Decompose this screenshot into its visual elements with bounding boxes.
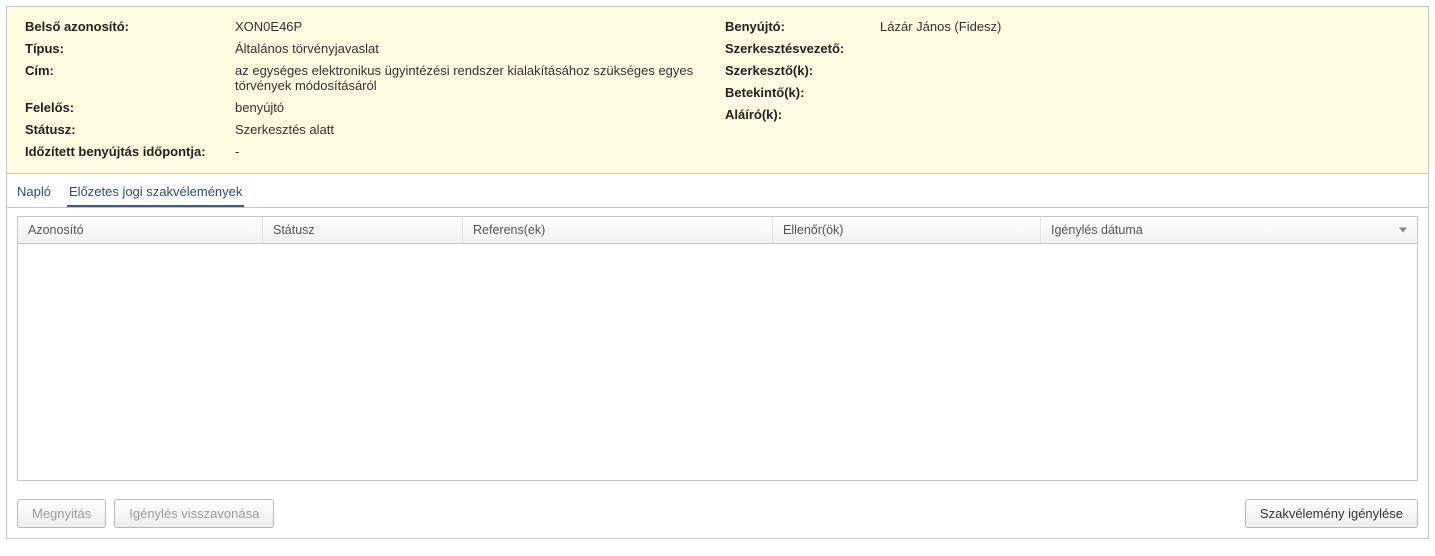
- value-tipus: Általános törvényjavaslat: [235, 41, 379, 56]
- col-header-igenyles-datuma[interactable]: Igénylés dátuma: [1041, 217, 1417, 243]
- szakvelemeny-igenylese-button[interactable]: Szakvélemény igénylése: [1245, 499, 1418, 528]
- info-col-right: Benyújtó: Lázár János (Fidesz) Szerkeszt…: [725, 19, 1410, 159]
- info-panel: Belső azonosító: XON0E46P Típus: Általán…: [7, 7, 1428, 174]
- value-idozitett: -: [235, 144, 239, 159]
- grid-area: Azonosító Státusz Referens(ek) Ellenőr(ö…: [7, 208, 1428, 491]
- row-felelos: Felelős: benyújtó: [25, 100, 725, 115]
- label-tipus: Típus:: [25, 41, 235, 56]
- label-idozitett: Időzített benyújtás időpontja:: [25, 144, 235, 159]
- row-szerkvez: Szerkesztésvezető:: [725, 41, 1410, 56]
- col-header-referensek[interactable]: Referens(ek): [463, 217, 773, 243]
- row-betekintok: Betekintő(k):: [725, 85, 1410, 100]
- spacer: [282, 499, 1237, 528]
- tab-bar: Napló Előzetes jogi szakvélemények: [7, 174, 1428, 208]
- label-alairok: Aláíró(k):: [725, 107, 880, 122]
- value-benyujto: Lázár János (Fidesz): [880, 19, 1001, 34]
- value-felelos: benyújtó: [235, 100, 284, 115]
- col-header-ellenorok[interactable]: Ellenőr(ök): [773, 217, 1041, 243]
- label-statusz: Státusz:: [25, 122, 235, 137]
- col-header-igenyles-datuma-label: Igénylés dátuma: [1051, 223, 1143, 237]
- tab-elozetes-jogi-szakvelemenyek[interactable]: Előzetes jogi szakvélemények: [67, 180, 244, 207]
- label-cim: Cím:: [25, 63, 235, 78]
- info-col-left: Belső azonosító: XON0E46P Típus: Általán…: [25, 19, 725, 159]
- chevron-down-icon: [1399, 228, 1407, 233]
- grid: Azonosító Státusz Referens(ek) Ellenőr(ö…: [17, 216, 1418, 481]
- grid-header: Azonosító Státusz Referens(ek) Ellenőr(ö…: [18, 217, 1417, 244]
- row-alairok: Aláíró(k):: [725, 107, 1410, 122]
- row-statusz: Státusz: Szerkesztés alatt: [25, 122, 725, 137]
- value-belso-azonosito: XON0E46P: [235, 19, 302, 34]
- value-cim: az egységes elektronikus ügyintézési ren…: [235, 63, 695, 93]
- grid-body: [18, 244, 1417, 480]
- col-header-azonosito[interactable]: Azonosító: [18, 217, 263, 243]
- row-idozitett: Időzített benyújtás időpontja: -: [25, 144, 725, 159]
- label-belso-azonosito: Belső azonosító:: [25, 19, 235, 34]
- value-statusz: Szerkesztés alatt: [235, 122, 334, 137]
- row-szerkk: Szerkesztő(k):: [725, 63, 1410, 78]
- row-belso-azonosito: Belső azonosító: XON0E46P: [25, 19, 725, 34]
- label-szerkvez: Szerkesztésvezető:: [725, 41, 880, 56]
- row-benyujto: Benyújtó: Lázár János (Fidesz): [725, 19, 1410, 34]
- tab-naplo[interactable]: Napló: [15, 180, 53, 207]
- col-header-statusz[interactable]: Státusz: [263, 217, 463, 243]
- megnyitas-button[interactable]: Megnyitás: [17, 499, 106, 528]
- label-benyujto: Benyújtó:: [725, 19, 880, 34]
- label-szerkk: Szerkesztő(k):: [725, 63, 880, 78]
- row-tipus: Típus: Általános törvényjavaslat: [25, 41, 725, 56]
- label-felelos: Felelős:: [25, 100, 235, 115]
- row-cim: Cím: az egységes elektronikus ügyintézés…: [25, 63, 725, 93]
- label-betekintok: Betekintő(k):: [725, 85, 880, 100]
- button-bar: Megnyitás Igénylés visszavonása Szakvéle…: [7, 491, 1428, 538]
- main-container: Belső azonosító: XON0E46P Típus: Általán…: [6, 6, 1429, 539]
- igenyles-visszavonasa-button[interactable]: Igénylés visszavonása: [114, 499, 274, 528]
